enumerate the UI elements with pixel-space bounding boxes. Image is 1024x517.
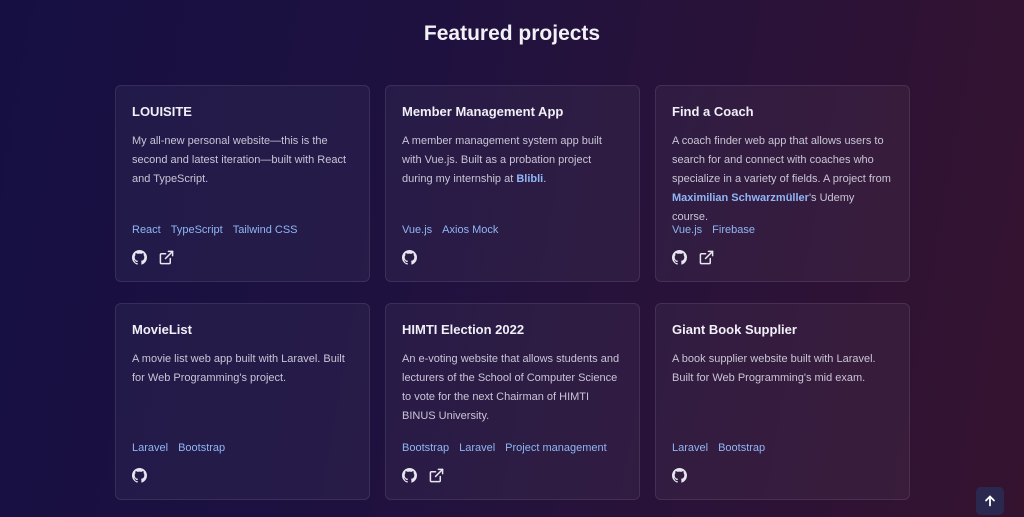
external-link-icon[interactable] (699, 250, 714, 265)
project-links (402, 250, 417, 265)
github-icon[interactable] (132, 468, 147, 483)
description-text: A book supplier website built with Larav… (672, 353, 876, 384)
tech-tags: Vue.js Firebase (672, 224, 755, 236)
project-links (132, 468, 147, 483)
project-title: MovieList (132, 322, 192, 337)
description-text: A member management system app built wit… (402, 135, 602, 185)
project-links (132, 250, 174, 265)
tech-tag[interactable]: Project management (505, 442, 607, 454)
tech-tag[interactable]: Bootstrap (402, 442, 449, 454)
project-title: Find a Coach (672, 104, 754, 119)
description-link[interactable]: Blibli (516, 173, 543, 185)
scroll-to-top-button[interactable] (976, 487, 1004, 515)
tech-tag[interactable]: Axios Mock (442, 224, 498, 236)
project-card: LOUISITE My all-new personal website—thi… (115, 85, 370, 282)
tech-tag[interactable]: Laravel (132, 442, 168, 454)
tech-tag[interactable]: Vue.js (402, 224, 432, 236)
arrow-up-icon (985, 495, 995, 507)
tech-tag[interactable]: Bootstrap (718, 442, 765, 454)
tech-tag[interactable]: React (132, 224, 161, 236)
project-description: A coach finder web app that allows users… (672, 132, 893, 227)
project-links (672, 250, 714, 265)
project-description: My all-new personal website—this is the … (132, 132, 353, 189)
description-text: An e-voting website that allows students… (402, 353, 620, 422)
external-link-icon[interactable] (429, 468, 444, 483)
project-card: Find a Coach A coach finder web app that… (655, 85, 910, 282)
description-link[interactable]: Maximilian Schwarzmüller (672, 192, 809, 204)
project-title: Member Management App (402, 104, 564, 119)
project-description: A movie list web app built with Laravel.… (132, 350, 353, 388)
project-card: Giant Book Supplier A book supplier webs… (655, 303, 910, 500)
project-description: An e-voting website that allows students… (402, 350, 623, 426)
tech-tag[interactable]: Laravel (459, 442, 495, 454)
project-links (672, 468, 687, 483)
tech-tag[interactable]: Bootstrap (178, 442, 225, 454)
project-card: Member Management App A member managemen… (385, 85, 640, 282)
github-icon[interactable] (672, 250, 687, 265)
github-icon[interactable] (402, 468, 417, 483)
github-icon[interactable] (402, 250, 417, 265)
description-text: My all-new personal website—this is the … (132, 135, 347, 185)
tech-tags: Vue.js Axios Mock (402, 224, 498, 236)
description-text-after: . (543, 173, 547, 185)
description-text: A coach finder web app that allows users… (672, 135, 891, 185)
project-title: HIMTI Election 2022 (402, 322, 525, 337)
description-text: A movie list web app built with Laravel.… (132, 353, 345, 384)
external-link-icon[interactable] (159, 250, 174, 265)
project-description: A member management system app built wit… (402, 132, 623, 189)
tech-tag[interactable]: Firebase (712, 224, 755, 236)
project-title: LOUISITE (132, 104, 192, 119)
tech-tags: Laravel Bootstrap (132, 442, 225, 454)
section-heading: Featured projects (423, 22, 601, 45)
tech-tags: React TypeScript Tailwind CSS (132, 224, 298, 236)
tech-tag[interactable]: Vue.js (672, 224, 702, 236)
project-description: A book supplier website built with Larav… (672, 350, 893, 388)
tech-tags: Laravel Bootstrap (672, 442, 765, 454)
tech-tag[interactable]: Laravel (672, 442, 708, 454)
project-title: Giant Book Supplier (672, 322, 797, 337)
project-card: MovieList A movie list web app built wit… (115, 303, 370, 500)
tech-tag[interactable]: TypeScript (171, 224, 223, 236)
github-icon[interactable] (132, 250, 147, 265)
project-links (402, 468, 444, 483)
tech-tags: Bootstrap Laravel Project management (402, 442, 607, 454)
project-card: HIMTI Election 2022 An e-voting website … (385, 303, 640, 500)
projects-grid: LOUISITE My all-new personal website—thi… (115, 85, 910, 505)
github-icon[interactable] (672, 468, 687, 483)
tech-tag[interactable]: Tailwind CSS (233, 224, 298, 236)
